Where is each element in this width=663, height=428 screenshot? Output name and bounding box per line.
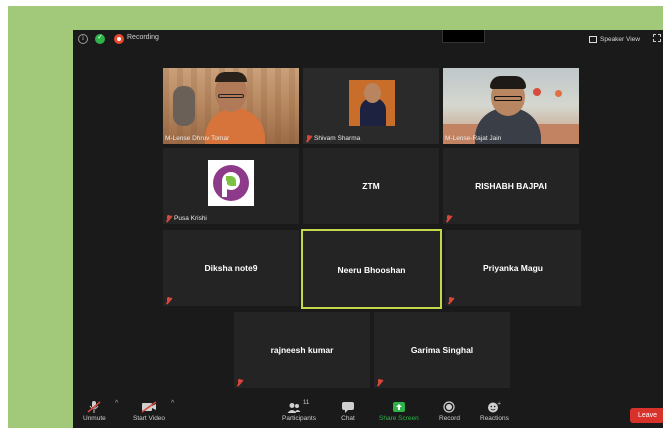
muted-mic-icon — [447, 296, 454, 305]
start-video-label: Start Video — [133, 415, 166, 422]
participant-name: Neeru Bhooshan — [337, 265, 406, 275]
share-screen-label: Share Screen — [379, 415, 419, 422]
participant-name: Shivam Sharma — [314, 135, 361, 142]
participants-button[interactable]: 11 Participants — [282, 400, 316, 422]
meeting-controls-toolbar: Unmute ^ Start Video ^ 11 Participants C… — [73, 396, 663, 428]
participant-name: RISHABH BAJPAI — [475, 181, 547, 191]
muted-mic-icon — [445, 214, 452, 223]
participant-tile[interactable]: RISHABH BAJPAI — [443, 148, 579, 224]
fullscreen-icon[interactable] — [653, 34, 661, 42]
muted-mic-icon — [87, 401, 101, 413]
start-video-button[interactable]: Start Video — [133, 401, 165, 422]
participant-tile[interactable]: Priyanka Magu — [445, 230, 581, 306]
record-label: Record — [439, 415, 460, 422]
participant-tile[interactable]: M-Lense-Rajat Jain — [443, 68, 579, 144]
participant-tile[interactable]: rajneesh kumar — [234, 312, 370, 388]
video-off-icon — [141, 401, 157, 413]
participant-tile[interactable]: Diksha note9 — [163, 230, 299, 306]
security-shield-icon[interactable] — [95, 33, 105, 44]
participant-tile[interactable]: ZTM — [303, 148, 439, 224]
reactions-icon: + — [488, 401, 501, 413]
speaker-view-button[interactable]: Speaker View — [589, 33, 640, 45]
info-icon[interactable] — [78, 34, 88, 44]
screen-share-tab[interactable] — [442, 30, 485, 43]
participant-name: rajneesh kumar — [270, 345, 334, 355]
participant-name: Priyanka Magu — [483, 263, 543, 273]
view-grid-icon — [589, 35, 597, 43]
participant-name: ZTM — [362, 181, 380, 191]
participants-label: Participants — [282, 415, 316, 422]
participant-name: M-Lense-Rajat Jain — [445, 135, 502, 142]
participant-name: Garima Singhal — [410, 345, 474, 355]
audio-options-caret-icon[interactable]: ^ — [115, 400, 118, 407]
leave-meeting-button[interactable]: Leave — [630, 408, 663, 423]
zoom-meeting-window: Recording Speaker View M-Lense Dhruv Tom… — [73, 30, 663, 428]
participant-tile[interactable]: M-Lense Dhruv Tomar — [163, 68, 299, 144]
muted-mic-icon — [165, 214, 172, 223]
participant-video — [443, 68, 579, 144]
muted-mic-icon — [165, 296, 172, 305]
unmute-button[interactable]: Unmute — [83, 401, 106, 422]
muted-mic-icon — [236, 378, 243, 387]
record-button[interactable]: Record — [439, 401, 460, 422]
chat-icon — [342, 402, 354, 413]
participant-tile[interactable]: Garima Singhal — [374, 312, 510, 388]
active-speaker-tile[interactable]: Neeru Bhooshan — [301, 229, 442, 309]
muted-mic-icon — [305, 134, 312, 143]
participant-video — [163, 148, 299, 224]
chat-button[interactable]: Chat — [341, 401, 355, 422]
recording-label: Recording — [127, 34, 159, 41]
participant-tile[interactable]: Pusa Krishi — [163, 148, 299, 224]
top-bar: Recording Speaker View — [73, 30, 663, 48]
video-options-caret-icon[interactable]: ^ — [171, 400, 174, 407]
participant-tile[interactable]: Shivam Sharma — [303, 68, 439, 144]
record-icon — [443, 401, 456, 413]
muted-mic-icon — [376, 378, 383, 387]
participant-video — [163, 68, 299, 144]
participant-name: Pusa Krishi — [174, 215, 207, 222]
reactions-button[interactable]: + Reactions — [480, 401, 509, 422]
reactions-label: Reactions — [480, 415, 509, 422]
svg-text:+: + — [497, 401, 501, 407]
share-screen-icon — [392, 402, 405, 412]
participant-name: Diksha note9 — [204, 263, 258, 273]
speaker-view-label: Speaker View — [600, 35, 640, 43]
share-screen-button[interactable]: Share Screen — [379, 401, 419, 422]
participants-icon — [287, 403, 301, 413]
pusa-krishi-logo — [208, 160, 254, 206]
recording-icon — [114, 34, 124, 44]
participants-count: 11 — [302, 400, 310, 406]
participant-video — [303, 68, 439, 144]
unmute-label: Unmute — [83, 415, 106, 422]
participant-name: M-Lense Dhruv Tomar — [165, 135, 230, 142]
chat-label: Chat — [341, 415, 355, 422]
